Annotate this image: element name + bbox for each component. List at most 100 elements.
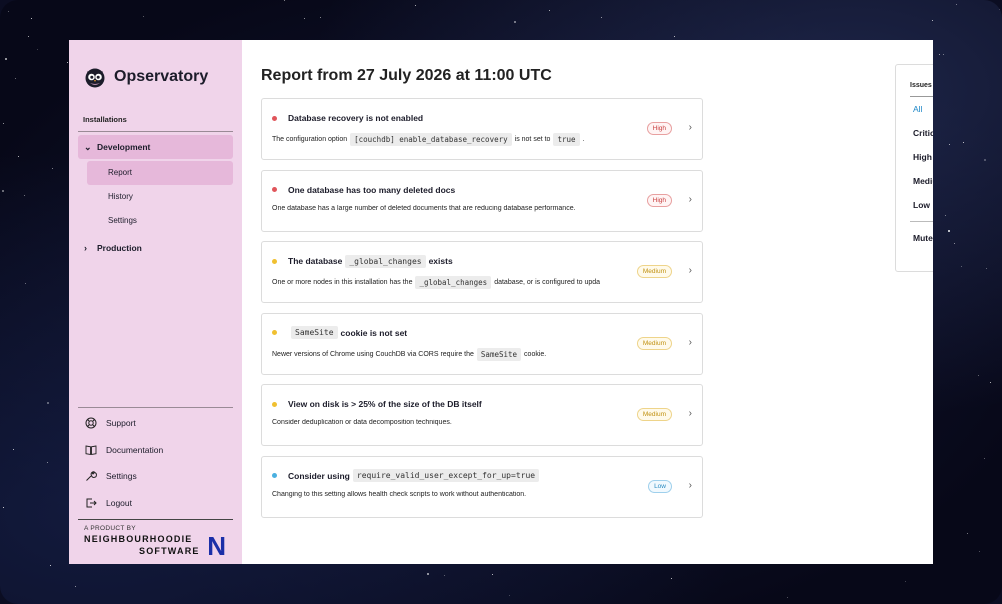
- page-title: Report from 27 July 2026 at 11:00 UTC: [261, 67, 552, 84]
- star: [947, 230, 950, 233]
- star: [978, 374, 980, 376]
- star: [514, 21, 517, 24]
- logout-icon: [86, 498, 97, 508]
- issue-desc-text: One or more nodes in this installation h…: [272, 279, 413, 286]
- severity-dot-icon: [272, 187, 277, 192]
- chevron-right-icon[interactable]: ›: [689, 337, 692, 348]
- sidebar-item-label: Production: [97, 243, 142, 253]
- chevron-right-icon[interactable]: ›: [689, 480, 692, 491]
- star: [50, 565, 52, 567]
- brand[interactable]: Opservatory: [78, 40, 233, 114]
- documentation-label: Documentation: [106, 444, 164, 455]
- severity-filter-high[interactable]: High2: [910, 145, 933, 169]
- sidebar-utilities: Support Documentation Settings Logout A …: [78, 407, 233, 561]
- logout-link[interactable]: Logout: [78, 490, 233, 517]
- issue-list: Database recovery is not enabled The conf…: [261, 98, 914, 518]
- issue-desc-text: Changing to this setting allows health c…: [272, 490, 527, 498]
- issue-description: The configuration option [couchdb] enable…: [272, 133, 628, 146]
- severity-panel-title: Issues by severity: [910, 82, 933, 89]
- issue-title-code: _global_changes: [345, 254, 426, 268]
- star: [319, 17, 321, 19]
- chevron-right-icon[interactable]: ›: [689, 122, 692, 133]
- star: [931, 20, 933, 22]
- star: [47, 401, 50, 404]
- issue-desc-text: database, or is configured to upda: [494, 279, 601, 286]
- star: [984, 457, 986, 459]
- severity-filter-muted[interactable]: Muted Issues 0: [910, 226, 933, 250]
- issue-title: Database recovery is not enabled: [272, 111, 693, 125]
- issue-description: One database has a large number of delet…: [272, 205, 628, 212]
- severity-dot-icon: [272, 258, 277, 264]
- issue-desc-text: Newer versions of Chrome using CouchDB v…: [272, 350, 474, 358]
- star: [787, 596, 789, 598]
- support-link[interactable]: Support: [78, 410, 233, 437]
- documentation-link[interactable]: Documentation: [78, 437, 233, 464]
- severity-badge: Medium: [636, 336, 672, 350]
- star: [953, 242, 955, 244]
- lifebuoy-icon: [85, 417, 97, 429]
- issue-desc-code: _global_changes: [415, 276, 492, 289]
- chevron-right-icon: ›: [84, 243, 87, 253]
- severity-filter-critical[interactable]: Critical0: [910, 121, 933, 145]
- issue-title-code: require_valid_user_except_for_up=true: [352, 469, 540, 482]
- sidebar-item-label: Development: [97, 142, 151, 152]
- issue-desc-code: true: [553, 133, 580, 146]
- issue-card[interactable]: One database has too many deleted docs On…: [261, 169, 703, 232]
- star: [963, 141, 965, 143]
- sidebar-item-development[interactable]: ⌄ Development: [78, 135, 233, 159]
- issue-description: Newer versions of Chrome using CouchDB v…: [272, 347, 628, 361]
- sidebar-item-report[interactable]: Report: [87, 161, 233, 185]
- chevron-right-icon[interactable]: ›: [689, 408, 692, 419]
- star: [985, 268, 987, 270]
- severity-filter-panel: Issues by severity All6Critical0High2Med…: [895, 64, 933, 272]
- issue-card[interactable]: View on disk is > 25% of the size of the…: [261, 384, 703, 446]
- chevron-right-icon[interactable]: ›: [689, 194, 692, 205]
- issue-description: Consider deduplication or data decomposi…: [272, 419, 628, 426]
- severity-badge: High: [646, 193, 672, 207]
- star: [52, 168, 54, 170]
- star: [37, 49, 39, 51]
- issue-description: Changing to this setting allows health c…: [272, 491, 628, 498]
- star: [444, 575, 446, 577]
- issue-title-text: One database has too many deleted docs: [288, 184, 456, 195]
- app-name: Opservatory: [114, 68, 209, 85]
- severity-filter-low[interactable]: Low1: [910, 193, 933, 217]
- severity-dot-icon: [272, 115, 277, 121]
- star: [142, 15, 144, 17]
- severity-label: Muted Issues: [913, 233, 933, 243]
- settings-link[interactable]: Settings: [78, 463, 233, 490]
- issue-desc-text: One database has a large number of delet…: [272, 204, 576, 212]
- issue-card[interactable]: SameSite cookie is not set Newer versions …: [261, 312, 703, 375]
- issue-title-text: View on disk is > 25% of the size of the…: [288, 399, 482, 409]
- issue-card[interactable]: The database _global_changes exists One or …: [261, 241, 703, 303]
- star: [989, 382, 991, 384]
- severity-badge: Medium: [636, 408, 672, 421]
- issue-title: Consider using require_valid_user_except_…: [272, 469, 693, 483]
- sidebar-item-history[interactable]: History: [87, 185, 233, 209]
- star: [7, 10, 9, 12]
- sidebar-item-production[interactable]: › Production: [78, 236, 233, 260]
- chevron-down-icon: ⌄: [84, 141, 92, 152]
- wrench-icon: [86, 471, 97, 482]
- severity-filter-medium[interactable]: Medium3: [910, 169, 933, 193]
- vendor-credit: A PRODUCT BY NEIGHBOURHOODIE SOFTWARE N: [78, 519, 233, 561]
- star: [24, 283, 26, 285]
- sidebar-item-settings[interactable]: Settings: [87, 209, 233, 233]
- issue-card[interactable]: Consider using require_valid_user_except_…: [261, 455, 703, 518]
- star: [983, 159, 986, 162]
- issue-desc-code: SameSite: [476, 347, 522, 361]
- star: [549, 10, 551, 12]
- vendor-logo-mark: N: [207, 531, 226, 561]
- star: [956, 4, 958, 6]
- issue-description: One or more nodes in this installation h…: [272, 276, 628, 289]
- issue-card[interactable]: Database recovery is not enabled The conf…: [261, 98, 703, 160]
- issue-title-text: Consider using: [288, 470, 350, 481]
- chevron-right-icon[interactable]: ›: [689, 265, 692, 276]
- star: [31, 18, 33, 20]
- star: [673, 36, 675, 38]
- star: [5, 57, 8, 60]
- star: [948, 144, 950, 146]
- star: [12, 449, 14, 451]
- severity-filter-all[interactable]: All6: [910, 97, 933, 121]
- issue-desc-text: .: [582, 136, 585, 143]
